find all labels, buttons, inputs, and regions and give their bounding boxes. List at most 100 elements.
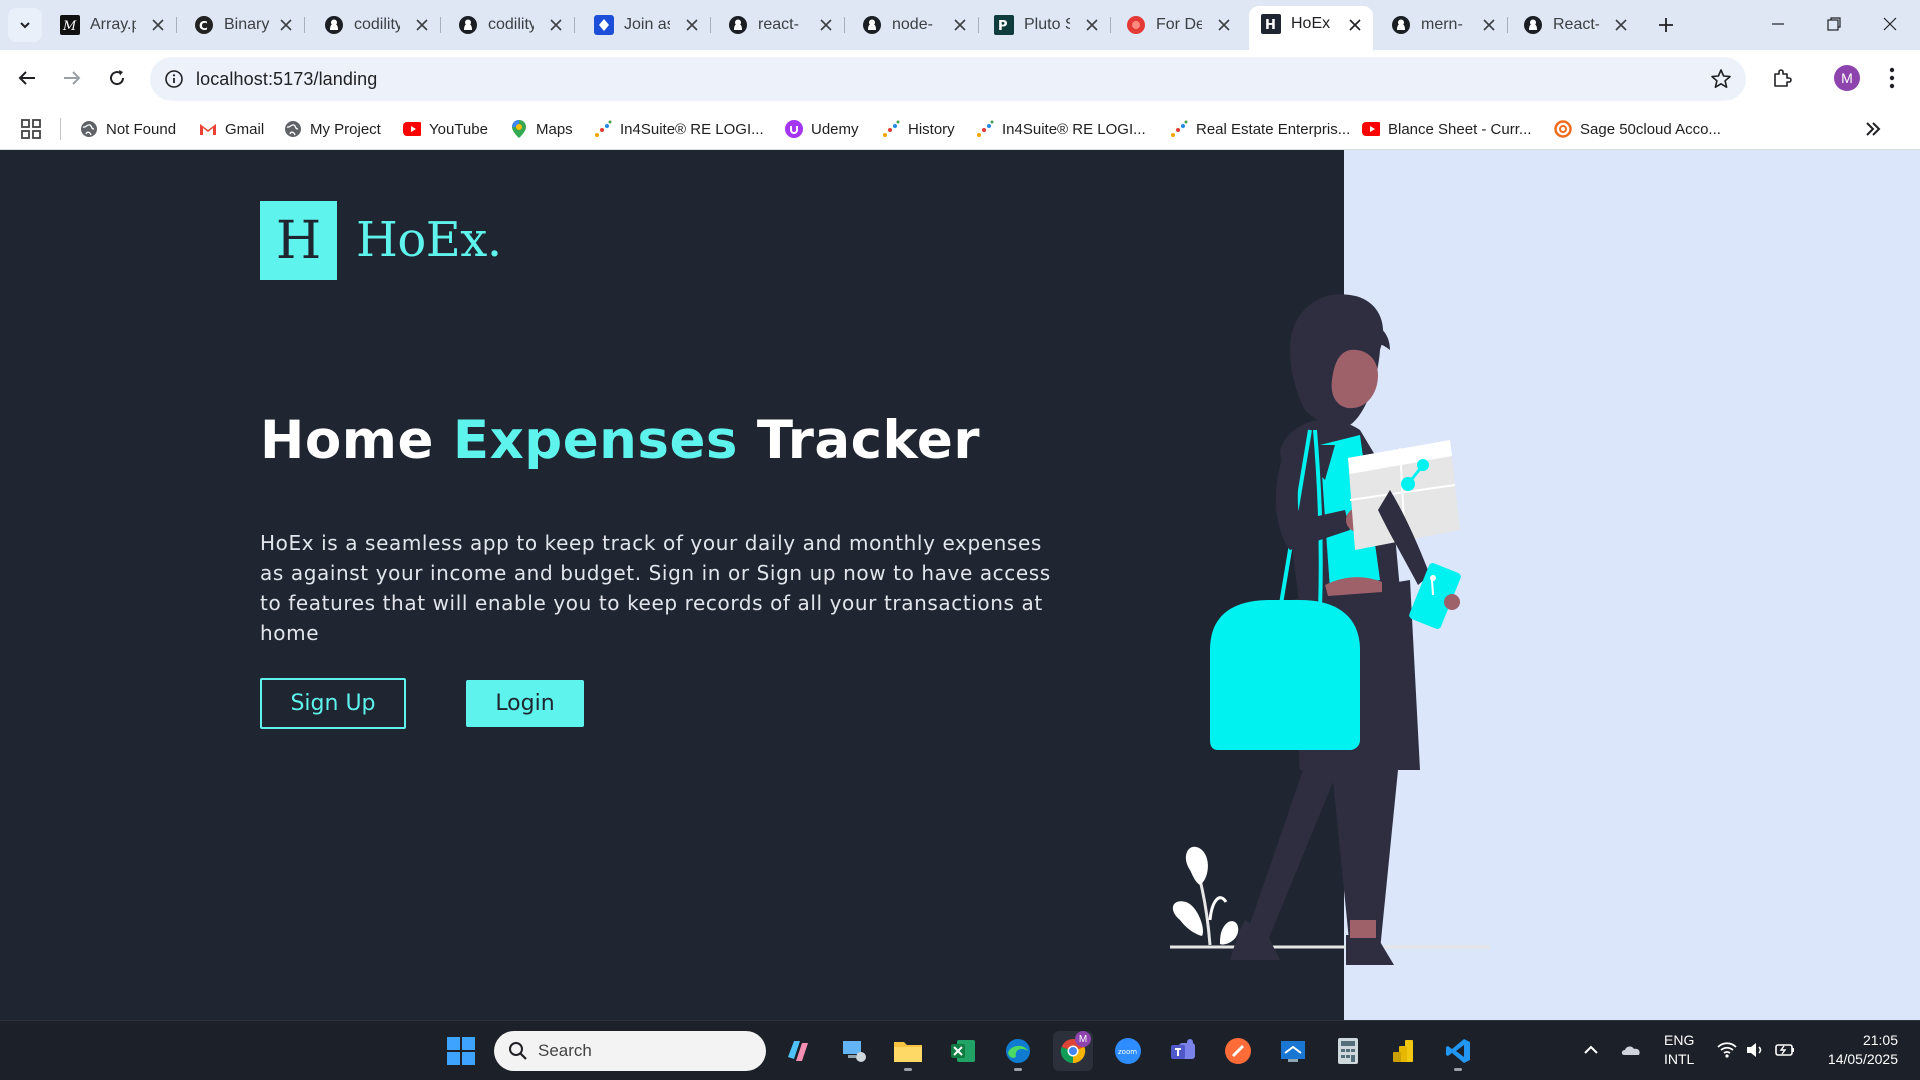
tab-array[interactable]: M Array.p — [48, 8, 177, 42]
bookmark-sage[interactable]: Sage 50cloud Acco... — [1554, 115, 1721, 143]
bookmark-label: Udemy — [811, 120, 859, 138]
globe-icon — [284, 120, 302, 138]
close-icon[interactable] — [412, 15, 432, 35]
remote-desktop-icon — [1281, 1041, 1305, 1062]
vscode-icon — [1446, 1039, 1470, 1063]
battery-icon[interactable] — [1774, 1039, 1796, 1061]
site-info-icon[interactable] — [162, 67, 186, 91]
tab-join-as[interactable]: Join as — [582, 8, 711, 42]
bookmark-real-estate[interactable]: Real Estate Enterpris... — [1170, 115, 1350, 143]
bookmark-youtube[interactable]: YouTube — [403, 115, 488, 143]
new-tab-button[interactable] — [1651, 10, 1681, 40]
landing-page: H HoEx. Home Expenses Tracker HoEx is a … — [0, 150, 1920, 1020]
tab-title: react- — [758, 16, 799, 33]
onedrive-icon[interactable] — [1620, 1039, 1642, 1061]
tab-mern[interactable]: mern- — [1379, 8, 1508, 42]
address-bar[interactable]: localhost:5173/landing — [150, 57, 1746, 101]
forward-button[interactable] — [55, 61, 89, 95]
tab-codility-2[interactable]: codility — [446, 8, 575, 42]
bookmark-label: Real Estate Enterpris... — [1196, 120, 1351, 138]
bookmark-balance-sheet[interactable]: Blance Sheet - Curr... — [1362, 115, 1531, 143]
power-bi-app[interactable] — [1383, 1031, 1423, 1071]
bookmark-history[interactable]: History — [882, 115, 955, 143]
logo-mark: H — [260, 201, 337, 280]
teams-app[interactable] — [1163, 1031, 1203, 1071]
vscode-app[interactable] — [1438, 1031, 1478, 1071]
postman-app[interactable] — [1218, 1031, 1258, 1071]
file-explorer-app[interactable] — [888, 1031, 928, 1071]
close-icon[interactable] — [682, 15, 702, 35]
search-icon — [509, 1042, 527, 1060]
tab-binary[interactable]: C Binary — [182, 8, 305, 42]
plus-icon — [1659, 18, 1673, 32]
back-button[interactable] — [10, 61, 44, 95]
bookmark-maps[interactable]: Maps — [510, 115, 573, 143]
chevron-up-icon[interactable] — [1580, 1039, 1602, 1061]
chrome-profile-badge: M — [1075, 1031, 1091, 1047]
apps-grid-icon[interactable] — [20, 117, 44, 141]
tab-title: For De — [1156, 16, 1202, 33]
close-icon[interactable] — [148, 15, 168, 35]
minimize-button[interactable] — [1750, 0, 1806, 48]
taskbar-search[interactable]: Search — [494, 1031, 766, 1071]
close-icon[interactable] — [950, 15, 970, 35]
restore-button[interactable] — [1806, 0, 1862, 48]
calculator-icon — [1338, 1038, 1358, 1064]
arrow-right-icon — [64, 71, 81, 85]
youtube-icon — [403, 120, 421, 138]
system-clock[interactable]: 21:05 14/05/2025 — [1818, 1031, 1898, 1069]
wifi-icon[interactable] — [1716, 1039, 1738, 1061]
close-icon[interactable] — [816, 15, 836, 35]
gmail-icon — [199, 120, 217, 138]
bookmark-gmail[interactable]: Gmail — [199, 115, 264, 143]
tab-react[interactable]: react- — [716, 8, 845, 42]
language-indicator[interactable]: ENG INTL — [1664, 1031, 1694, 1069]
edge-app[interactable] — [998, 1031, 1038, 1071]
excel-app[interactable] — [943, 1031, 983, 1071]
chrome-app[interactable]: M — [1053, 1031, 1093, 1071]
close-icon[interactable] — [276, 15, 296, 35]
close-icon[interactable] — [1082, 15, 1102, 35]
tab-title: mern- — [1421, 16, 1463, 33]
windows-start-icon[interactable] — [446, 1036, 476, 1066]
maps-icon — [510, 120, 528, 138]
tab-node[interactable]: node- — [850, 8, 979, 42]
close-icon[interactable] — [1214, 15, 1234, 35]
sign-up-button[interactable]: Sign Up — [260, 678, 406, 729]
extensions-button[interactable] — [1765, 61, 1799, 95]
login-button[interactable]: Login — [466, 680, 584, 727]
bookmark-label: My Project — [310, 120, 381, 138]
zoom-app[interactable]: zoom — [1108, 1031, 1148, 1071]
tab-pluto[interactable]: P Pluto S — [982, 8, 1111, 42]
profile-avatar[interactable]: M — [1834, 65, 1860, 91]
tab-strip: M Array.p C Binary codility codility Joi… — [0, 0, 1920, 50]
tab-hoex[interactable]: H HoEx — [1249, 6, 1373, 50]
close-icon[interactable] — [1345, 15, 1365, 35]
tab-search-button[interactable] — [8, 8, 42, 42]
arrow-left-icon — [18, 71, 35, 85]
bookmark-udemy[interactable]: Udemy — [785, 115, 859, 143]
close-icon[interactable] — [1479, 15, 1499, 35]
tab-for-de[interactable]: For De — [1114, 8, 1242, 42]
bookmark-in4suite-1[interactable]: In4Suite® RE LOGI... — [594, 115, 764, 143]
coding-site-icon: C — [194, 15, 214, 35]
bookmark-in4suite-2[interactable]: In4Suite® RE LOGI... — [976, 115, 1146, 143]
calculator-app[interactable] — [1328, 1031, 1368, 1071]
url-text[interactable]: localhost:5173/landing — [196, 69, 377, 90]
bookmark-my-project[interactable]: My Project — [284, 115, 381, 143]
remote-desktop-app[interactable] — [1273, 1031, 1313, 1071]
tab-react-2[interactable]: React- — [1511, 8, 1639, 42]
close-icon[interactable] — [1611, 15, 1631, 35]
network-app[interactable] — [834, 1031, 874, 1071]
star-icon[interactable] — [1710, 68, 1732, 90]
browser-menu-button[interactable] — [1880, 63, 1904, 93]
reload-button[interactable] — [100, 61, 134, 95]
close-icon[interactable] — [546, 15, 566, 35]
volume-icon[interactable] — [1744, 1039, 1766, 1061]
copilot-app[interactable] — [778, 1031, 818, 1071]
tab-codility-1[interactable]: codility — [312, 8, 441, 42]
chevron-double-right-icon[interactable] — [1862, 118, 1884, 140]
postman-icon — [1225, 1038, 1251, 1064]
close-window-button[interactable] — [1862, 0, 1918, 48]
bookmark-not-found[interactable]: Not Found — [80, 115, 176, 143]
